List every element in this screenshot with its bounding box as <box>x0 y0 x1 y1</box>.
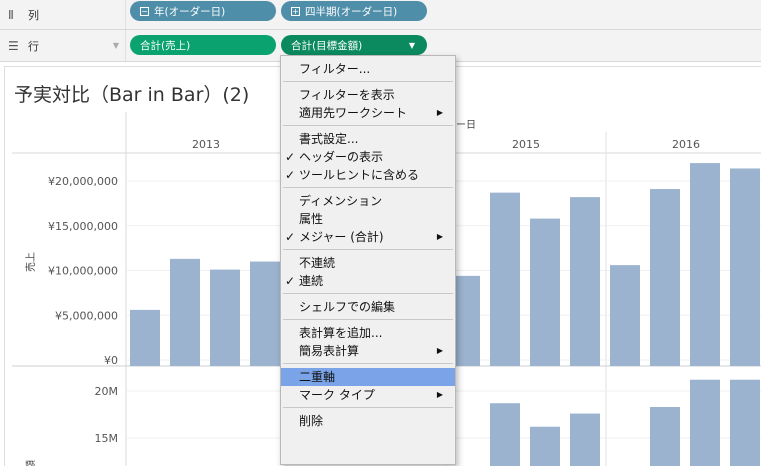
menu-separator <box>283 81 453 82</box>
menu-item-label: ディメンション <box>299 194 383 208</box>
menu-item[interactable]: ✓ メジャー (合計) ▶ <box>281 228 455 246</box>
menu-item[interactable]: 簡易表計算 ▶ <box>281 342 455 360</box>
bar <box>530 218 560 366</box>
bar <box>650 406 680 466</box>
submenu-arrow-icon: ▶ <box>436 232 443 241</box>
checkmark-icon: ✓ <box>285 274 296 288</box>
bar <box>530 426 560 466</box>
bar <box>170 258 200 366</box>
bar <box>610 265 640 366</box>
menu-item[interactable]: ✓ ツールヒントに含める <box>281 166 455 184</box>
menu-separator <box>283 249 453 250</box>
bar <box>570 197 600 366</box>
menu-item[interactable]: 属性 <box>281 210 455 228</box>
column-header-label: ー日 <box>456 120 476 131</box>
bar <box>570 413 600 466</box>
menu-item-label: 不連続 <box>299 256 336 270</box>
menu-item-label: 適用先ワークシート <box>299 106 408 120</box>
y-tick-label: 15M <box>95 432 119 445</box>
checkmark-icon: ✓ <box>285 150 296 164</box>
menu-item-label: 削除 <box>299 414 324 428</box>
year-header: 2016 <box>672 138 700 151</box>
menu-item-label: ヘッダーの表示 <box>299 150 384 164</box>
submenu-arrow-icon: ▶ <box>436 108 443 117</box>
year-header: 2013 <box>192 138 220 151</box>
menu-item-label: フィルター... <box>299 62 371 76</box>
menu-item[interactable]: 不連続 <box>281 254 455 272</box>
submenu-arrow-icon: ▶ <box>436 346 443 355</box>
y-tick-label: ¥0 <box>104 354 118 367</box>
menu-item[interactable]: 表計算を追加... <box>281 324 455 342</box>
y-tick-label: 20M <box>95 385 119 398</box>
context-menu: フィルター... フィルターを表示 適用先ワークシート ▶ 書式設定... ✓ ヘッダーの表… <box>280 55 456 465</box>
bar <box>490 403 520 466</box>
menu-item[interactable]: 二重軸 <box>281 368 455 386</box>
year-header: 2015 <box>512 138 540 151</box>
menu-item[interactable]: 適用先ワークシート ▶ <box>281 104 455 122</box>
menu-item[interactable]: ✓ ヘッダーの表示 <box>281 148 455 166</box>
bar <box>130 309 160 366</box>
checkmark-icon: ✓ <box>285 230 296 244</box>
menu-separator <box>283 319 453 320</box>
menu-item[interactable]: フィルターを表示 <box>281 86 455 104</box>
menu-separator <box>283 363 453 364</box>
bar <box>650 189 680 366</box>
menu-item[interactable]: ディメンション <box>281 192 455 210</box>
y-tick-label: ¥5,000,000 <box>55 309 118 322</box>
menu-item-label: フィルターを表示 <box>299 88 395 102</box>
menu-item-label: 書式設定... <box>299 132 359 146</box>
menu-item-label: ツールヒントに含める <box>299 168 420 182</box>
menu-separator <box>283 407 453 408</box>
menu-separator <box>283 187 453 188</box>
bar <box>490 192 520 366</box>
menu-item-label: 属性 <box>299 212 324 226</box>
menu-item-label: 簡易表計算 <box>299 344 360 358</box>
menu-item[interactable]: マーク タイプ ▶ <box>281 386 455 404</box>
y-axis-label: 売上 <box>24 252 37 272</box>
y-tick-label: ¥20,000,000 <box>48 175 118 188</box>
bar <box>690 163 720 366</box>
menu-item[interactable]: ✓ 連続 <box>281 272 455 290</box>
menu-item-label: メジャー (合計) <box>299 230 384 244</box>
menu-item[interactable]: 削除 <box>281 412 455 430</box>
menu-item[interactable]: シェルフでの編集 <box>281 298 455 316</box>
menu-item-label: マーク タイプ <box>299 388 375 402</box>
menu-item[interactable]: 書式設定... <box>281 130 455 148</box>
y-tick-label: ¥10,000,000 <box>48 265 118 278</box>
menu-item-label: 連続 <box>299 274 324 288</box>
menu-item[interactable]: フィルター... <box>281 60 455 78</box>
y-axis-label: 金額 <box>24 460 37 466</box>
bar <box>690 379 720 466</box>
menu-separator <box>283 125 453 126</box>
bar <box>250 261 280 366</box>
submenu-arrow-icon: ▶ <box>436 390 443 399</box>
menu-separator <box>283 293 453 294</box>
y-tick-label: ¥15,000,000 <box>48 220 118 233</box>
checkmark-icon: ✓ <box>285 168 296 182</box>
bar <box>730 379 760 466</box>
menu-item-label: シェルフでの編集 <box>299 300 396 314</box>
bar <box>730 168 760 366</box>
menu-item-label: 表計算を追加... <box>299 326 383 340</box>
bar <box>210 269 240 366</box>
menu-item-label: 二重軸 <box>299 370 336 384</box>
